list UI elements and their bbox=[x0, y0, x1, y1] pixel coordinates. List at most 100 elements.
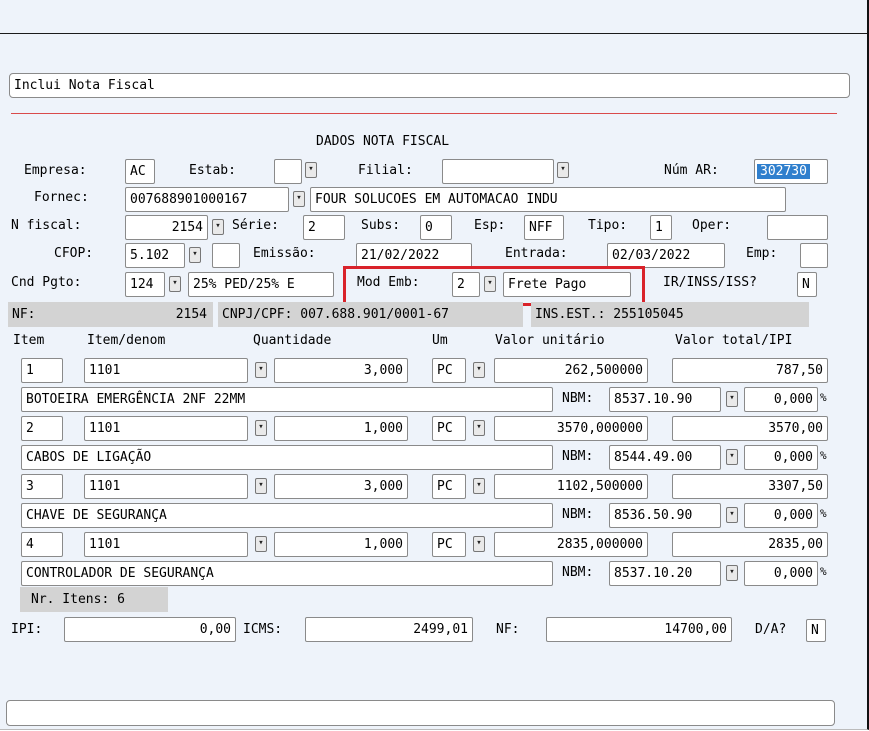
item-description-field[interactable]: CONTROLADOR DE SEGURANÇA bbox=[21, 561, 553, 586]
fornec-code-field[interactable]: 007688901000167 bbox=[125, 187, 289, 212]
fornec-dropdown-icon[interactable]: ▾ bbox=[293, 191, 305, 207]
ins-est-info: INS.EST.: 255105045 bbox=[531, 302, 809, 327]
ipi-percent-field[interactable]: 0,000 bbox=[744, 387, 818, 412]
item-total-field[interactable]: 787,50 bbox=[672, 358, 828, 383]
ipi-percent-field[interactable]: 0,000 bbox=[744, 561, 818, 586]
nbm-field[interactable]: 8544.49.00 bbox=[609, 445, 721, 470]
esp-field[interactable]: NFF bbox=[524, 215, 564, 240]
item-code-dropdown-icon[interactable]: ▾ bbox=[255, 536, 267, 552]
ipi-percent-field[interactable]: 0,000 bbox=[744, 503, 818, 528]
num-ar-field[interactable]: 302730 bbox=[754, 159, 828, 184]
item-unit-price-field[interactable]: 2835,000000 bbox=[494, 532, 648, 557]
item-code-field[interactable]: 1101 bbox=[84, 474, 248, 499]
estab-dropdown-icon[interactable]: ▾ bbox=[305, 162, 317, 178]
nbm-dropdown-icon[interactable]: ▾ bbox=[726, 449, 738, 465]
item-number-field[interactable]: 1 bbox=[21, 358, 63, 383]
item-um-dropdown-icon[interactable]: ▾ bbox=[473, 478, 485, 494]
item-description-field[interactable]: CHAVE DE SEGURANÇA bbox=[21, 503, 553, 528]
ir-inss-iss-label: IR/INSS/ISS? bbox=[663, 275, 757, 290]
item-total-field[interactable]: 3307,50 bbox=[672, 474, 828, 499]
section-title: DADOS NOTA FISCAL bbox=[316, 134, 450, 149]
empresa-label: Empresa: bbox=[24, 163, 87, 178]
ipi-percent-field[interactable]: 0,000 bbox=[744, 445, 818, 470]
serie-field[interactable]: 2 bbox=[303, 215, 345, 240]
item-qty-field[interactable]: 1,000 bbox=[274, 532, 408, 557]
ir-inss-iss-field[interactable]: N bbox=[797, 272, 817, 297]
item-total-field[interactable]: 2835,00 bbox=[672, 532, 828, 557]
filial-field[interactable] bbox=[442, 159, 554, 184]
item-unit-price-field[interactable]: 3570,000000 bbox=[494, 416, 648, 441]
nbm-field[interactable]: 8537.10.20 bbox=[609, 561, 721, 586]
nbm-dropdown-icon[interactable]: ▾ bbox=[726, 507, 738, 523]
nbm-dropdown-icon[interactable]: ▾ bbox=[726, 565, 738, 581]
item-code-dropdown-icon[interactable]: ▾ bbox=[255, 478, 267, 494]
form-title: Inclui Nota Fiscal bbox=[14, 78, 155, 93]
subs-field[interactable]: 0 bbox=[420, 215, 452, 240]
item-number-field[interactable]: 4 bbox=[21, 532, 63, 557]
item-number-field[interactable]: 3 bbox=[21, 474, 63, 499]
entrada-field[interactable]: 02/03/2022 bbox=[607, 243, 725, 268]
ipi-total-label: IPI: bbox=[11, 622, 43, 637]
nbm-field[interactable]: 8537.10.90 bbox=[609, 387, 721, 412]
oper-field[interactable] bbox=[767, 215, 828, 240]
mod-emb-highlight bbox=[343, 266, 645, 306]
icms-label: ICMS: bbox=[243, 622, 283, 637]
estab-field[interactable] bbox=[274, 159, 302, 184]
item-code-field[interactable]: 1101 bbox=[84, 532, 248, 557]
item-code-dropdown-icon[interactable]: ▾ bbox=[255, 362, 267, 378]
col-header-valor-unitario: Valor unitário bbox=[495, 333, 605, 348]
nfiscal-dropdown-icon[interactable]: ▾ bbox=[212, 219, 224, 235]
fornec-label: Fornec: bbox=[34, 190, 89, 205]
item-unit-price-field[interactable]: 1102,500000 bbox=[494, 474, 648, 499]
icms-field[interactable]: 2499,01 bbox=[305, 617, 473, 642]
entrada-label: Entrada: bbox=[505, 246, 568, 261]
nbm-field[interactable]: 8536.50.90 bbox=[609, 503, 721, 528]
item-description-field[interactable]: BOTOEIRA EMERGÊNCIA 2NF 22MM bbox=[21, 387, 553, 412]
cfop-extra-field[interactable] bbox=[212, 243, 240, 268]
emp-field[interactable] bbox=[800, 243, 828, 268]
da-field[interactable]: N bbox=[806, 619, 826, 642]
nf-info: NF: 2154 bbox=[8, 302, 213, 327]
item-um-field[interactable]: PC bbox=[432, 474, 466, 499]
nbm-label: NBM: bbox=[562, 565, 594, 580]
tipo-field[interactable]: 1 bbox=[650, 215, 672, 240]
item-qty-field[interactable]: 3,000 bbox=[274, 358, 408, 383]
item-qty-field[interactable]: 1,000 bbox=[274, 416, 408, 441]
ipi-total-field[interactable]: 0,00 bbox=[64, 617, 236, 642]
item-um-dropdown-icon[interactable]: ▾ bbox=[473, 362, 485, 378]
percent-sign: % bbox=[820, 565, 827, 578]
item-code-field[interactable]: 1101 bbox=[84, 416, 248, 441]
item-description-field[interactable]: CABOS DE LIGAÇÃO bbox=[21, 445, 553, 470]
cnd-pgto-field[interactable]: 124 bbox=[125, 272, 165, 297]
item-um-dropdown-icon[interactable]: ▾ bbox=[473, 420, 485, 436]
nfiscal-field[interactable]: 2154 bbox=[125, 215, 208, 240]
serie-label: Série: bbox=[232, 218, 279, 233]
item-total-field[interactable]: 3570,00 bbox=[672, 416, 828, 441]
nbm-label: NBM: bbox=[562, 507, 594, 522]
status-bar bbox=[6, 700, 835, 726]
item-um-field[interactable]: PC bbox=[432, 358, 466, 383]
title-divider bbox=[11, 113, 837, 114]
emp-label: Emp: bbox=[746, 246, 778, 261]
top-band bbox=[0, 0, 867, 34]
item-um-field[interactable]: PC bbox=[432, 532, 466, 557]
empresa-field[interactable]: AC bbox=[125, 159, 155, 184]
cnd-pgto-dropdown-icon[interactable]: ▾ bbox=[169, 276, 181, 292]
item-code-field[interactable]: 1101 bbox=[84, 358, 248, 383]
emissao-field[interactable]: 21/02/2022 bbox=[356, 243, 472, 268]
nf-total-field[interactable]: 14700,00 bbox=[546, 617, 732, 642]
fornec-name-field[interactable]: FOUR SOLUCOES EM AUTOMACAO INDU bbox=[310, 187, 786, 212]
cfop-field[interactable]: 5.102 bbox=[125, 243, 185, 268]
nbm-dropdown-icon[interactable]: ▾ bbox=[726, 391, 738, 407]
cnd-pgto-desc-field[interactable]: 25% PED/25% E bbox=[188, 272, 334, 297]
item-um-dropdown-icon[interactable]: ▾ bbox=[473, 536, 485, 552]
filial-dropdown-icon[interactable]: ▾ bbox=[557, 162, 569, 178]
item-number-field[interactable]: 2 bbox=[21, 416, 63, 441]
item-unit-price-field[interactable]: 262,500000 bbox=[494, 358, 648, 383]
item-code-dropdown-icon[interactable]: ▾ bbox=[255, 420, 267, 436]
nf-total-label: NF: bbox=[496, 622, 520, 637]
cfop-dropdown-icon[interactable]: ▾ bbox=[189, 247, 201, 263]
item-qty-field[interactable]: 3,000 bbox=[274, 474, 408, 499]
item-um-field[interactable]: PC bbox=[432, 416, 466, 441]
col-header-item: Item bbox=[13, 333, 45, 348]
